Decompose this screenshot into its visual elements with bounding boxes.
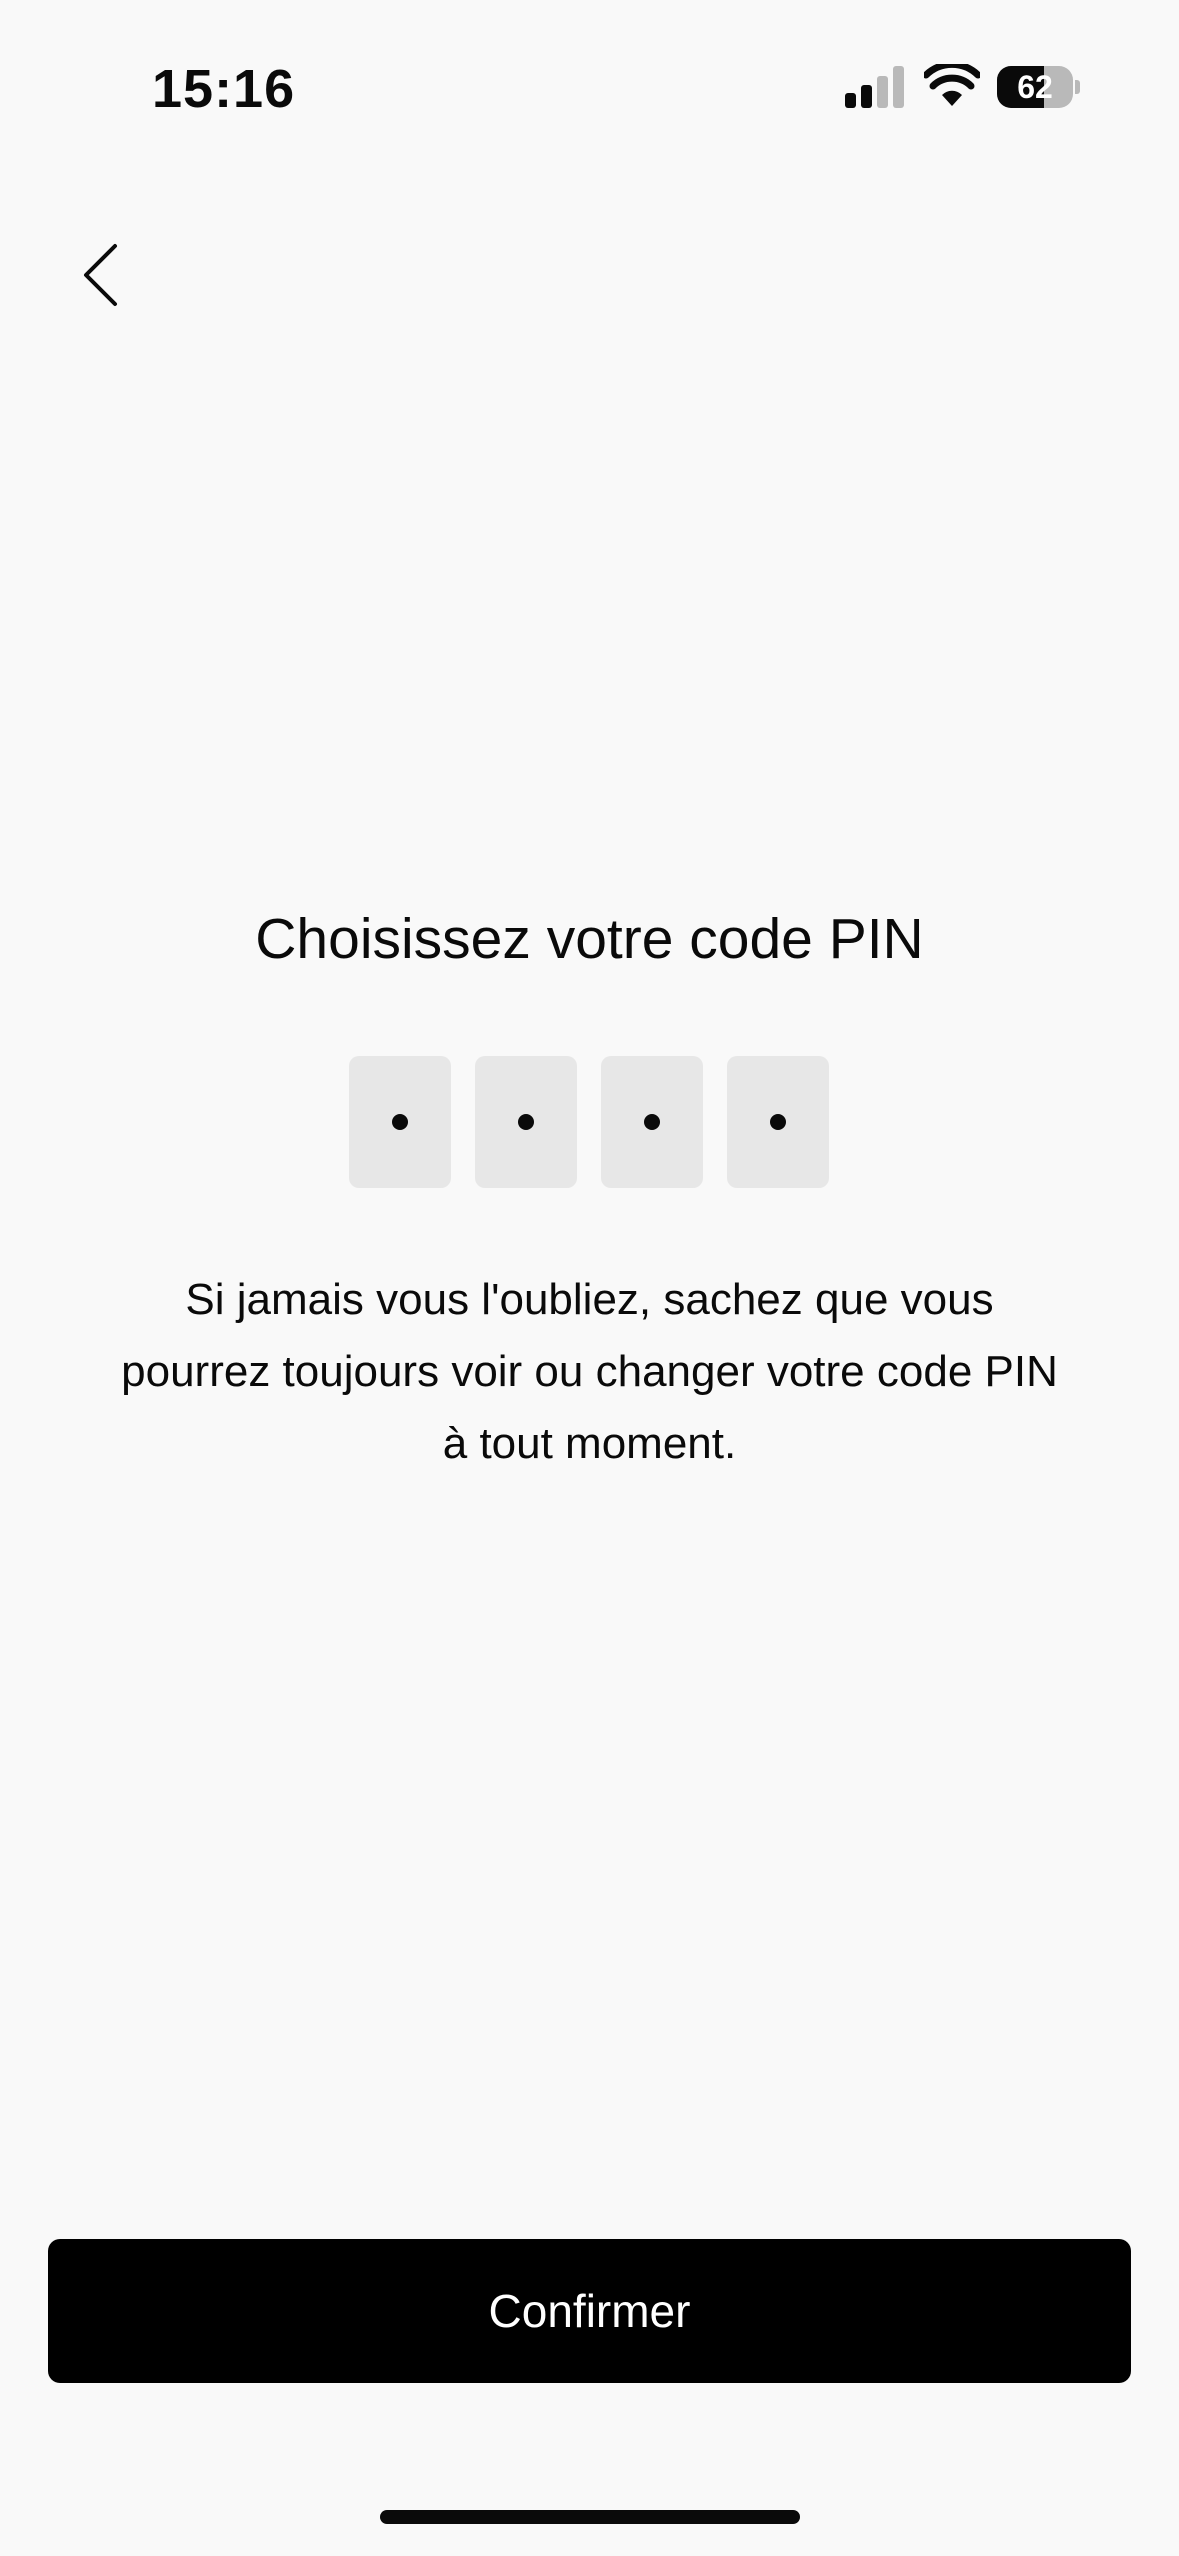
status-bar: 15:16 62 xyxy=(0,0,1179,170)
pin-box xyxy=(727,1056,829,1188)
back-button[interactable] xyxy=(60,225,140,325)
battery-body: 62 xyxy=(997,66,1073,108)
pin-dot xyxy=(392,1114,408,1130)
pin-dot xyxy=(770,1114,786,1130)
pin-dot xyxy=(518,1114,534,1130)
pin-input[interactable] xyxy=(349,1056,831,1188)
confirm-button[interactable]: Confirmer xyxy=(48,2239,1131,2383)
pin-box xyxy=(349,1056,451,1188)
pin-box xyxy=(475,1056,577,1188)
page-title: Choisissez votre code PIN xyxy=(255,907,924,971)
battery-cap xyxy=(1075,80,1080,94)
helper-text: Si jamais vous l'oubliez, sachez que vou… xyxy=(121,1275,1058,1468)
battery-icon: 62 xyxy=(997,66,1081,108)
pin-dot xyxy=(644,1114,660,1130)
home-indicator xyxy=(380,2510,800,2524)
wifi-icon xyxy=(924,64,980,106)
pin-box xyxy=(601,1056,703,1188)
signal-icon xyxy=(845,66,904,108)
chevron-left-icon xyxy=(84,244,117,306)
status-time: 15:16 xyxy=(152,59,296,119)
battery-level: 62 xyxy=(1017,69,1053,105)
